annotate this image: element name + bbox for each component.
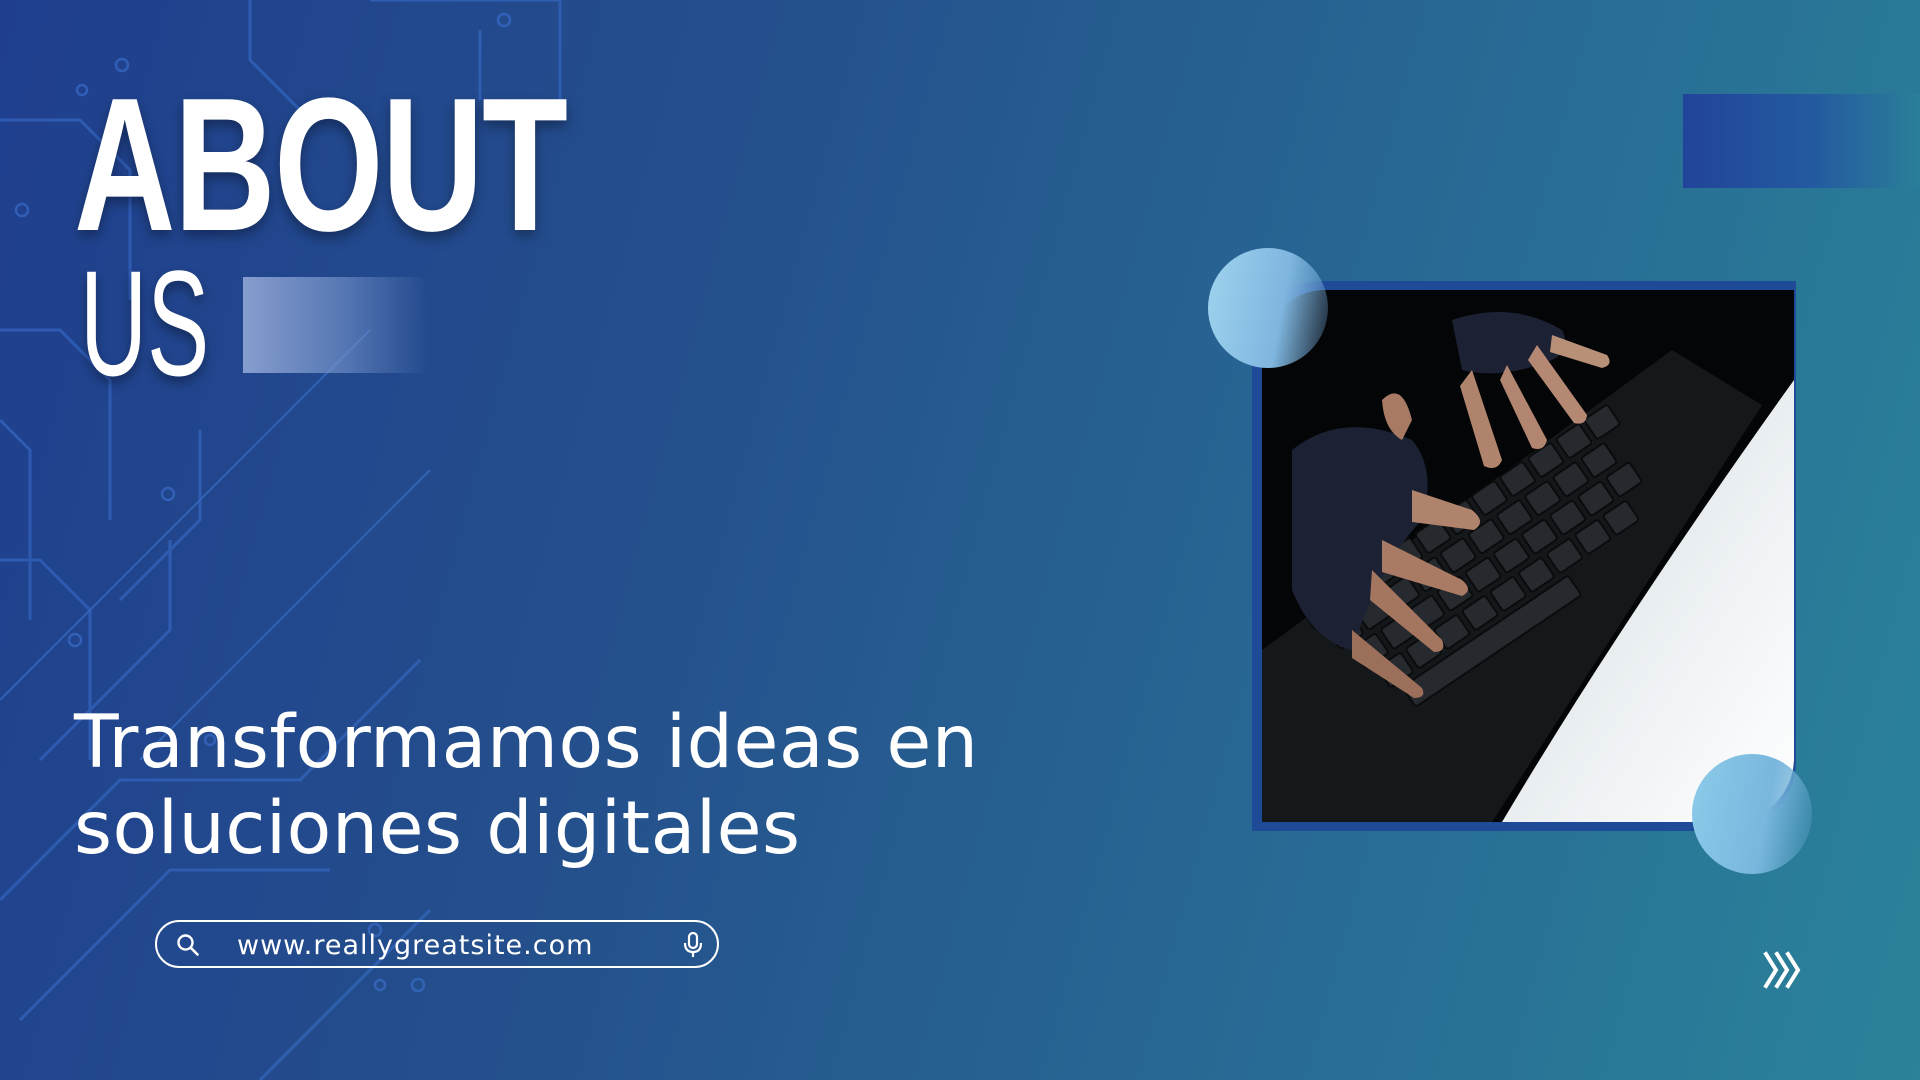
top-right-accent-bar (1683, 94, 1920, 188)
decorative-circle-top-left (1208, 248, 1328, 368)
search-bar[interactable]: www.reallygreatsite.com (155, 920, 719, 968)
tagline: Transformamos ideas en soluciones digita… (74, 700, 1034, 872)
website-url: www.reallygreatsite.com (237, 930, 594, 961)
laptop-typing-photo (1262, 290, 1794, 822)
search-icon (177, 934, 199, 956)
laptop-typing-illustration (1262, 290, 1794, 822)
tagline-line-2: soluciones digitales (74, 786, 801, 871)
tagline-line-1: Transformamos ideas en (74, 700, 979, 785)
title-us: US (80, 239, 210, 407)
accent-bar (243, 277, 428, 373)
microphone-icon[interactable] (682, 931, 704, 959)
about-us-slide: ABOUT US Transformamos ideas en solucion… (0, 0, 1920, 1080)
title-about: ABOUT (74, 59, 568, 271)
decorative-circle-bottom-right (1692, 754, 1812, 874)
triple-chevron-right-icon[interactable] (1762, 950, 1804, 990)
